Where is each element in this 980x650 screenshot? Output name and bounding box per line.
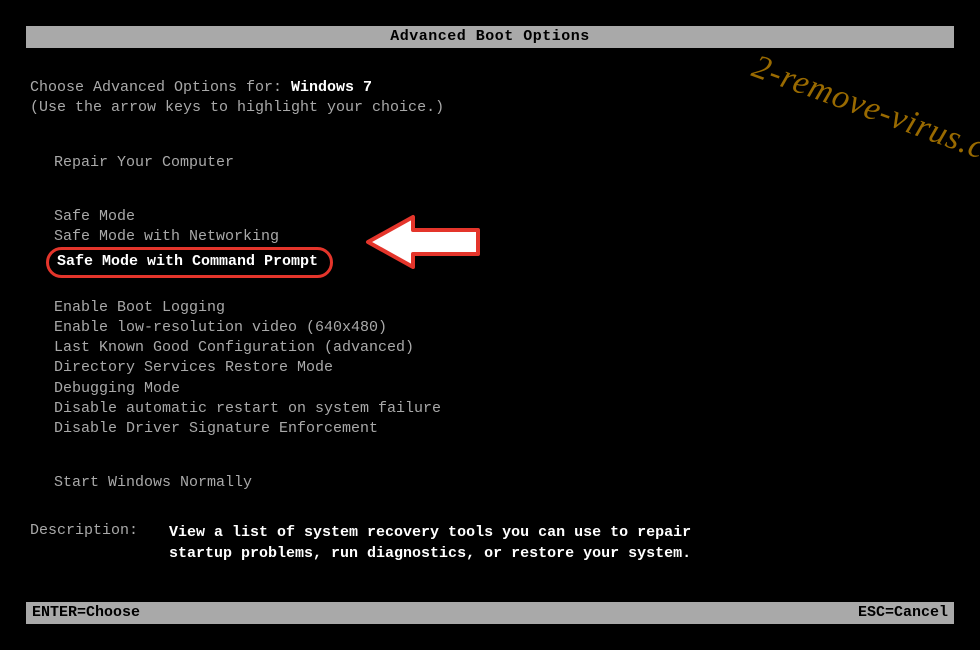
option-label-highlighted: Safe Mode with Command Prompt <box>46 247 333 277</box>
option-label: Directory Services Restore Mode <box>52 358 335 378</box>
option-label: Debugging Mode <box>52 379 182 399</box>
option-disable-driver-sig[interactable]: Disable Driver Signature Enforcement <box>52 419 950 439</box>
content-area: Choose Advanced Options for: Windows 7 (… <box>30 78 950 494</box>
option-enable-boot-logging[interactable]: Enable Boot Logging <box>52 298 950 318</box>
description-line2: startup problems, run diagnostics, or re… <box>169 545 691 562</box>
option-label: Last Known Good Configuration (advanced) <box>52 338 416 358</box>
description-label: Description: <box>30 522 160 539</box>
option-label: Disable Driver Signature Enforcement <box>52 419 380 439</box>
option-start-windows-normally[interactable]: Start Windows Normally <box>52 473 950 493</box>
intro-prefix: Choose Advanced Options for: <box>30 79 291 96</box>
title-bar: Advanced Boot Options <box>26 26 954 48</box>
os-name: Windows 7 <box>291 79 372 96</box>
footer-bar: ENTER=Choose ESC=Cancel <box>26 602 954 624</box>
description-block: Description: View a list of system recov… <box>30 522 691 564</box>
boot-options-screen: Advanced Boot Options Choose Advanced Op… <box>0 0 980 650</box>
description-line1: View a list of system recovery tools you… <box>169 524 691 541</box>
boot-options-list: Repair Your Computer Safe Mode Safe Mode… <box>30 153 950 494</box>
option-disable-auto-restart[interactable]: Disable automatic restart on system fail… <box>52 399 950 419</box>
option-low-res-video[interactable]: Enable low-resolution video (640x480) <box>52 318 950 338</box>
option-label: Repair Your Computer <box>52 153 236 173</box>
option-debugging-mode[interactable]: Debugging Mode <box>52 379 950 399</box>
footer-enter-hint: ENTER=Choose <box>32 602 140 624</box>
option-repair-computer[interactable]: Repair Your Computer <box>52 153 950 173</box>
option-label: Enable Boot Logging <box>52 298 227 318</box>
option-label: Start Windows Normally <box>52 473 254 493</box>
option-safe-mode-networking[interactable]: Safe Mode with Networking <box>52 227 950 247</box>
option-last-known-good-config[interactable]: Last Known Good Configuration (advanced) <box>52 338 950 358</box>
option-directory-services-restore[interactable]: Directory Services Restore Mode <box>52 358 950 378</box>
option-label: Disable automatic restart on system fail… <box>52 399 443 419</box>
option-safe-mode-command-prompt[interactable]: Safe Mode with Command Prompt <box>46 247 950 277</box>
description-text: View a list of system recovery tools you… <box>169 522 691 564</box>
option-safe-mode[interactable]: Safe Mode <box>52 207 950 227</box>
screen-title: Advanced Boot Options <box>390 28 590 45</box>
option-label: Safe Mode <box>52 207 137 227</box>
option-label: Enable low-resolution video (640x480) <box>52 318 389 338</box>
footer-esc-hint: ESC=Cancel <box>858 602 948 624</box>
option-label: Safe Mode with Networking <box>52 227 281 247</box>
